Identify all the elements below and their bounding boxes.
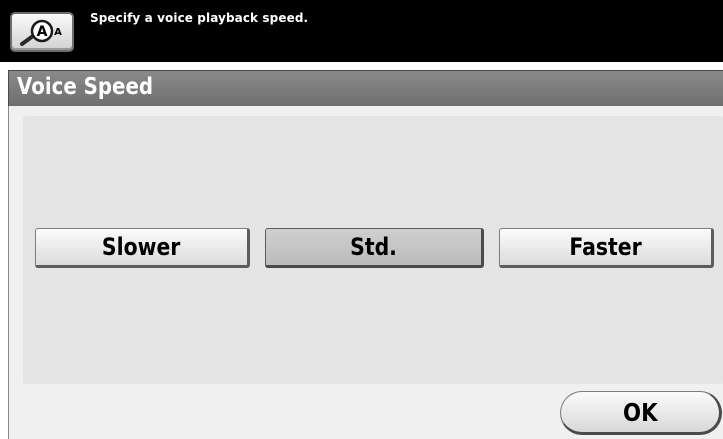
accessibility-button[interactable]: A A (10, 12, 74, 52)
instruction-message: Specify a voice playback speed. (90, 11, 309, 25)
faster-button-label: Faster (569, 233, 642, 261)
window-content: Slower Std. Faster OK (8, 106, 723, 439)
voice-speed-screen: A A Specify a voice playback speed. Voic… (0, 0, 723, 439)
ok-button[interactable]: OK (560, 391, 722, 435)
window-title: Voice Speed (17, 74, 154, 100)
slower-button[interactable]: Slower (35, 228, 250, 268)
voice-speed-window: Voice Speed Slower Std. Faster OK (8, 70, 723, 439)
faster-button[interactable]: Faster (499, 228, 714, 268)
ok-button-label: OK (622, 397, 658, 427)
standard-button[interactable]: Std. (265, 228, 484, 268)
svg-text:A: A (54, 27, 62, 38)
svg-text:A: A (37, 24, 48, 40)
accessibility-icon: A A (20, 19, 62, 46)
message-bar: A A Specify a voice playback speed. (0, 0, 723, 62)
standard-button-label: Std. (350, 233, 397, 261)
window-titlebar: Voice Speed (8, 70, 723, 106)
speed-options-panel: Slower Std. Faster (23, 116, 723, 384)
slower-button-label: Slower (102, 233, 181, 261)
